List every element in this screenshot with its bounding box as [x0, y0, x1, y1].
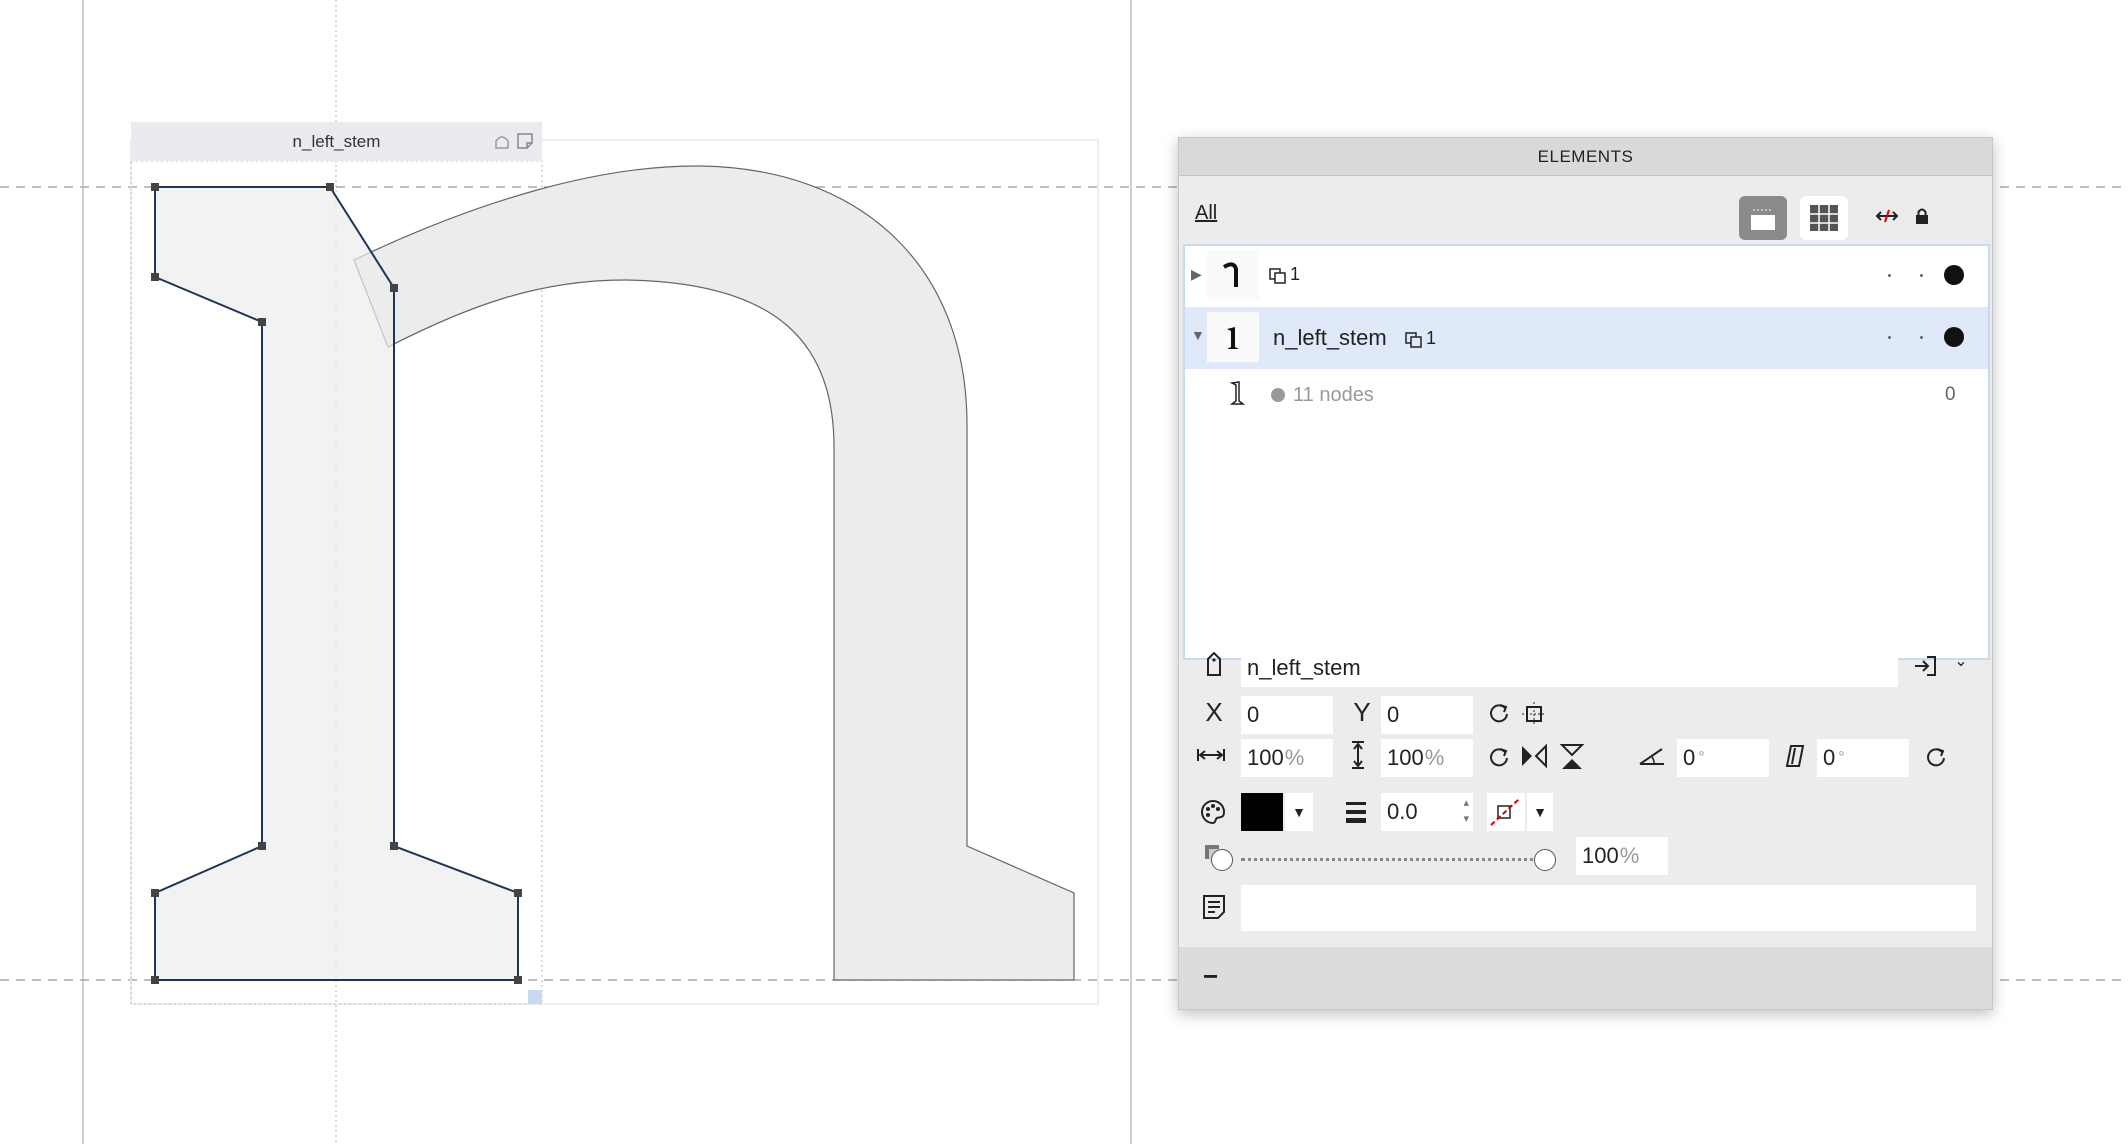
slant-field[interactable]: 0 °	[1677, 739, 1769, 777]
collapse-triangle-icon[interactable]: ▼	[1191, 327, 1205, 343]
reset-transform-icon[interactable]	[1923, 744, 1949, 770]
width-icon	[1195, 744, 1227, 766]
name-tag-icon	[1203, 650, 1225, 678]
opacity-field[interactable]: 100%	[1576, 837, 1668, 875]
node	[514, 976, 522, 984]
list-item[interactable]: ▶ 1	[1185, 246, 1988, 306]
y-position-field[interactable]: 0	[1381, 696, 1473, 734]
stroke-width-icon	[1343, 798, 1369, 826]
node	[326, 183, 334, 191]
note-icon[interactable]	[516, 132, 534, 150]
arch-thumbnail	[1207, 250, 1259, 300]
stroke-style-button[interactable]	[1487, 793, 1525, 831]
skew-icon	[1783, 742, 1807, 770]
x-position-field[interactable]: 0	[1241, 696, 1333, 734]
stepper-icon[interactable]: ▴ ▾	[1463, 795, 1469, 827]
expand-triangle-icon[interactable]: ▶	[1191, 266, 1202, 283]
contour-icon	[1229, 379, 1246, 412]
color-swatch-dot[interactable]	[1944, 265, 1964, 285]
lock-icon[interactable]	[1913, 206, 1931, 226]
node-dot-icon	[1271, 388, 1285, 402]
node	[151, 976, 159, 984]
width-scale-field[interactable]: 100%	[1241, 739, 1333, 777]
grid-view-button[interactable]	[1800, 196, 1848, 240]
panel-title: ELEMENTS	[1179, 138, 1992, 176]
component-icon	[1405, 331, 1422, 348]
note-icon	[1201, 893, 1227, 921]
contour-value: 0	[1945, 384, 1956, 405]
skew-field[interactable]: 0 °	[1817, 739, 1909, 777]
list-view-icon	[1751, 206, 1775, 230]
elements-list[interactable]: ▶ 1 ▼ n_left_stem 1 11 nodes 0	[1183, 244, 1990, 660]
node	[390, 284, 398, 292]
panel-footer: −	[1179, 947, 1992, 1009]
opacity-min-knob[interactable]	[1211, 849, 1233, 871]
list-item-contour[interactable]: 11 nodes 0	[1185, 370, 1988, 420]
stem-thumbnail	[1207, 312, 1259, 362]
node	[390, 842, 398, 850]
color-swatch-dot[interactable]	[1944, 327, 1964, 347]
reset-scale-icon[interactable]	[1486, 744, 1512, 770]
panel-toolbar: All	[1179, 176, 1992, 244]
link-icon[interactable]	[1875, 206, 1899, 226]
elements-panel: ELEMENTS All ▶ 1 ▼ n_left_stem 1 11 node…	[1178, 137, 1993, 1010]
list-view-button[interactable]	[1739, 196, 1787, 240]
height-scale-field[interactable]: 100%	[1381, 739, 1473, 777]
remove-button[interactable]: −	[1203, 961, 1218, 992]
opacity-slider-handle[interactable]	[1534, 849, 1556, 871]
flip-vertical-icon[interactable]	[1558, 742, 1586, 772]
visibility-dot[interactable]	[1888, 274, 1891, 277]
component-count: 1	[1405, 328, 1436, 349]
resize-handle	[528, 990, 542, 1004]
element-name-field[interactable]: n_left_stem	[1241, 649, 1898, 687]
lock-dot[interactable]	[1920, 274, 1923, 277]
arch-component	[353, 165, 1075, 981]
node	[151, 273, 159, 281]
fill-color-dropdown[interactable]: ▼	[1285, 793, 1313, 831]
palette-icon	[1199, 798, 1227, 826]
element-name: n_left_stem	[1273, 325, 1387, 350]
chevron-down-icon[interactable]: ⌄	[1953, 652, 1969, 670]
fill-color-swatch[interactable]	[1241, 793, 1283, 831]
list-item-selected[interactable]: ▼ n_left_stem 1	[1185, 307, 1988, 369]
visibility-dot[interactable]	[1888, 336, 1891, 339]
reset-position-icon[interactable]	[1486, 700, 1512, 726]
component-icon	[1269, 267, 1286, 284]
align-center-icon[interactable]	[1520, 700, 1548, 728]
stroke-style-dropdown[interactable]: ▼	[1527, 793, 1553, 831]
y-label: Y	[1353, 696, 1371, 727]
opacity-slider-track[interactable]	[1241, 858, 1541, 861]
node-count: 11 nodes	[1293, 384, 1374, 406]
selection-header[interactable]: n_left_stem	[131, 122, 542, 161]
node	[258, 842, 266, 850]
node	[514, 889, 522, 897]
component-count: 1	[1269, 264, 1300, 285]
height-icon	[1347, 739, 1369, 771]
lock-dot[interactable]	[1920, 336, 1923, 339]
node	[258, 318, 266, 326]
no-stroke-icon	[1490, 798, 1520, 826]
node	[151, 889, 159, 897]
slant-angle-icon	[1637, 744, 1667, 768]
grid-view-icon	[1810, 205, 1838, 231]
lock-shape-icon[interactable]	[494, 132, 510, 150]
flip-horizontal-icon[interactable]	[1519, 742, 1549, 770]
selection-label: n_left_stem	[292, 131, 381, 151]
note-field[interactable]	[1241, 885, 1976, 931]
stroke-width-field[interactable]: 0.0 ▴ ▾	[1381, 793, 1473, 831]
node	[151, 183, 159, 191]
x-label: X	[1205, 696, 1223, 727]
import-icon[interactable]	[1912, 653, 1938, 679]
filter-all-link[interactable]: All	[1195, 202, 1217, 225]
